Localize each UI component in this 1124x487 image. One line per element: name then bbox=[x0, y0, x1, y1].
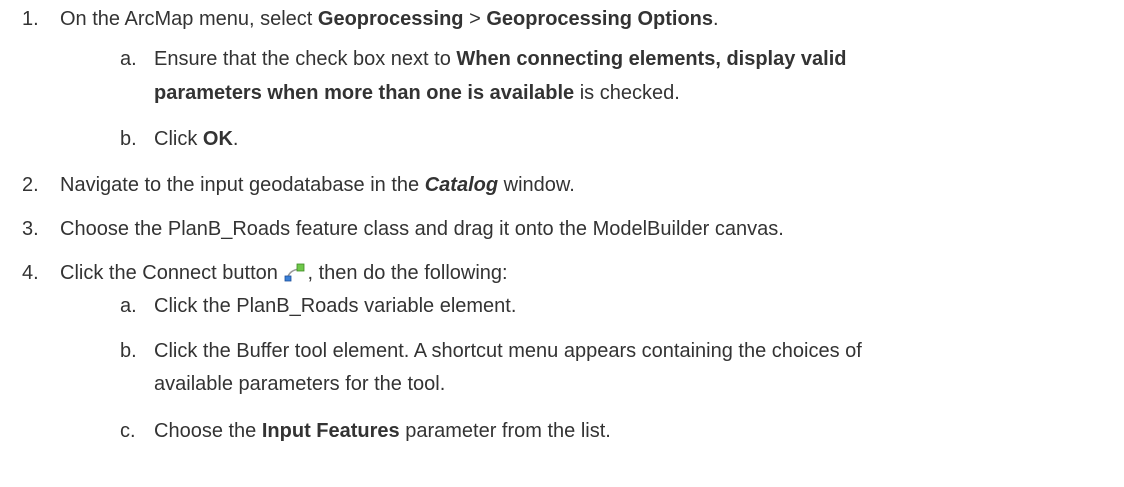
substep-text-line2: parameters when more than one is availab… bbox=[154, 78, 680, 108]
substep-text-line2: available parameters for the tool. bbox=[154, 373, 446, 395]
substep-text-prefix: Ensure that the check box next to bbox=[154, 48, 457, 70]
substep-letter: a. bbox=[120, 295, 137, 317]
step-text: On the ArcMap menu, select Geoprocessing… bbox=[60, 4, 719, 34]
step-number: 2. bbox=[22, 174, 39, 196]
menu-separator: > bbox=[463, 8, 487, 30]
parameter-name-input-features: Input Features bbox=[261, 420, 400, 442]
substep-text-prefix: Choose the bbox=[154, 420, 262, 442]
substep-text: Choose the Input Features parameter from… bbox=[154, 416, 611, 446]
substep-text: Click OK. bbox=[154, 124, 238, 154]
option-name-line1: When connecting elements, display valid bbox=[456, 48, 847, 70]
menu-item-geoprocessing-options: Geoprocessing Options bbox=[486, 8, 714, 30]
substep-letter: b. bbox=[120, 128, 137, 150]
step-number: 3. bbox=[22, 218, 39, 240]
step-text-prefix: Navigate to the input geodatabase in the bbox=[60, 174, 425, 196]
step-text-suffix: . bbox=[713, 8, 719, 30]
substep-text-line1: Ensure that the check box next to When c… bbox=[154, 44, 847, 74]
connect-icon bbox=[285, 263, 305, 282]
step-text-suffix: window. bbox=[498, 174, 575, 196]
step-text-suffix: , then do the following: bbox=[307, 262, 508, 284]
substep-text: Click the PlanB_Roads variable element. bbox=[154, 295, 517, 317]
step-text: Click the Connect button , then do the f… bbox=[60, 258, 508, 288]
substep-text-line1: Click the Buffer tool element. A shortcu… bbox=[154, 340, 862, 362]
substep-letter: c. bbox=[120, 420, 136, 442]
substep-letter: a. bbox=[120, 48, 137, 70]
substep-text-suffix: is checked. bbox=[574, 82, 680, 104]
window-name-catalog: Catalog bbox=[424, 174, 499, 196]
button-name-ok: OK bbox=[202, 128, 233, 150]
menu-name-geoprocessing: Geoprocessing bbox=[317, 8, 464, 30]
substep-text-suffix: . bbox=[232, 128, 239, 150]
substep-text-suffix: parameter from the list. bbox=[399, 420, 611, 442]
substep-text-prefix: Click bbox=[154, 128, 203, 150]
step-text: Navigate to the input geodatabase in the… bbox=[60, 170, 575, 200]
step-text-prefix: Click the Connect button bbox=[60, 262, 284, 284]
step-text: Choose the PlanB_Roads feature class and… bbox=[60, 218, 784, 240]
substep-letter: b. bbox=[120, 340, 137, 362]
step-number: 1. bbox=[22, 8, 39, 30]
step-text-prefix: On the ArcMap menu, select bbox=[60, 8, 318, 30]
step-number: 4. bbox=[22, 262, 39, 284]
option-name-line2: parameters when more than one is availab… bbox=[154, 82, 575, 104]
